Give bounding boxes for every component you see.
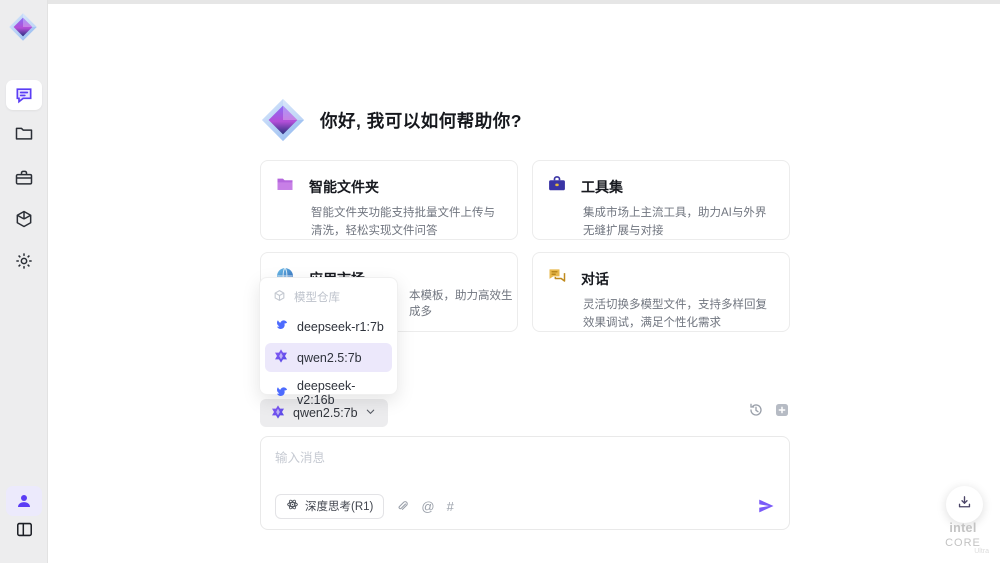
dropdown-item-qwen[interactable]: qwen2.5:7b — [265, 343, 392, 372]
intel-wordmark: intel — [949, 521, 977, 535]
sidebar-item-toolbox[interactable] — [6, 163, 42, 193]
window-top-strip — [48, 0, 1000, 4]
app-logo-icon — [8, 12, 38, 42]
card-desc-fragment: 本模板，助力高效生成多 — [409, 290, 513, 318]
send-icon[interactable] — [757, 497, 775, 515]
folder-purple-icon — [275, 174, 295, 199]
gear-icon — [14, 251, 34, 271]
qwen-icon — [273, 348, 289, 367]
app-window: 你好, 我可以如何帮助你? 智能文件夹 智能文件夹功能支持批量文件上传与清洗，轻… — [0, 0, 1000, 563]
dropdown-item-label: deepseek-r1:7b — [297, 319, 384, 334]
sidebar-item-account[interactable] — [6, 486, 42, 516]
card-title: 对话 — [581, 270, 609, 287]
greeting-text: 你好, 我可以如何帮助你? — [320, 110, 522, 131]
deep-think-button[interactable]: 深度思考(R1) — [275, 493, 385, 519]
card-desc: 智能文件夹功能支持批量文件上传与清洗，轻松实现文件问答 — [311, 207, 495, 237]
intel-core-logo: intel CORE Ultra — [933, 521, 993, 555]
dropdown-header-label: 模型仓库 — [294, 292, 340, 304]
cube-icon — [14, 209, 34, 229]
sidebar-item-settings[interactable] — [6, 246, 42, 276]
dropdown-item-label: deepseek-v2:16b — [297, 379, 356, 407]
card-desc: 集成市场上主流工具，助力AI与外界无缝扩展与对接 — [583, 207, 767, 237]
sidebar-item-models[interactable] — [6, 204, 42, 234]
model-dropdown: 模型仓库 deepseek-r1:7b qwen2.5:7b deepseek-… — [259, 277, 398, 407]
download-icon — [956, 494, 973, 516]
chat-amber-icon — [547, 266, 567, 291]
sidebar-item-folders[interactable] — [6, 118, 42, 148]
at-circle-icon[interactable]: @ — [421, 500, 434, 513]
sidebar-item-chat[interactable] — [6, 80, 42, 110]
attachment-icon[interactable] — [396, 500, 409, 513]
briefcase-icon — [14, 168, 34, 188]
card-title: 工具集 — [581, 178, 623, 195]
new-chat-icon[interactable] — [774, 402, 790, 418]
folder-icon — [14, 123, 34, 143]
deep-think-label: 深度思考(R1) — [305, 501, 374, 513]
ultra-wordmark: Ultra — [974, 548, 989, 555]
chat-icon — [14, 85, 34, 105]
briefcase-navy-icon — [547, 174, 567, 199]
user-icon — [15, 492, 33, 510]
panel-icon — [15, 520, 34, 539]
history-icon[interactable] — [748, 402, 764, 418]
dropdown-item-deepseek-r1[interactable]: deepseek-r1:7b — [265, 312, 392, 341]
composer: 深度思考(R1) @ # — [260, 436, 790, 530]
hash-icon[interactable]: # — [447, 500, 454, 513]
atom-icon — [286, 498, 299, 514]
greeting: 你好, 我可以如何帮助你? — [260, 96, 522, 144]
card-smart-folder[interactable]: 智能文件夹 智能文件夹功能支持批量文件上传与清洗，轻松实现文件问答 — [260, 160, 518, 240]
sidebar-item-panel[interactable] — [6, 514, 42, 544]
card-toolset[interactable]: 工具集 集成市场上主流工具，助力AI与外界无缝扩展与对接 — [532, 160, 790, 240]
deepseek-icon — [273, 317, 289, 336]
download-button[interactable] — [946, 486, 983, 523]
greeting-logo-icon — [260, 97, 306, 143]
cube-small-icon — [273, 289, 286, 305]
dropdown-header: 模型仓库 — [265, 284, 392, 310]
card-title: 智能文件夹 — [309, 178, 379, 195]
dropdown-item-deepseek-v2[interactable]: deepseek-v2:16b — [265, 374, 392, 412]
dropdown-item-label: qwen2.5:7b — [297, 350, 362, 365]
sidebar — [0, 0, 48, 563]
card-dialog[interactable]: 对话 灵活切换多模型文件，支持多样回复效果调试，满足个性化需求 — [532, 252, 790, 332]
card-desc: 灵活切换多模型文件，支持多样回复效果调试，满足个性化需求 — [583, 299, 767, 329]
composer-toolbar: 深度思考(R1) @ # — [275, 493, 775, 519]
message-input[interactable] — [275, 447, 765, 487]
deepseek-icon — [273, 384, 289, 403]
